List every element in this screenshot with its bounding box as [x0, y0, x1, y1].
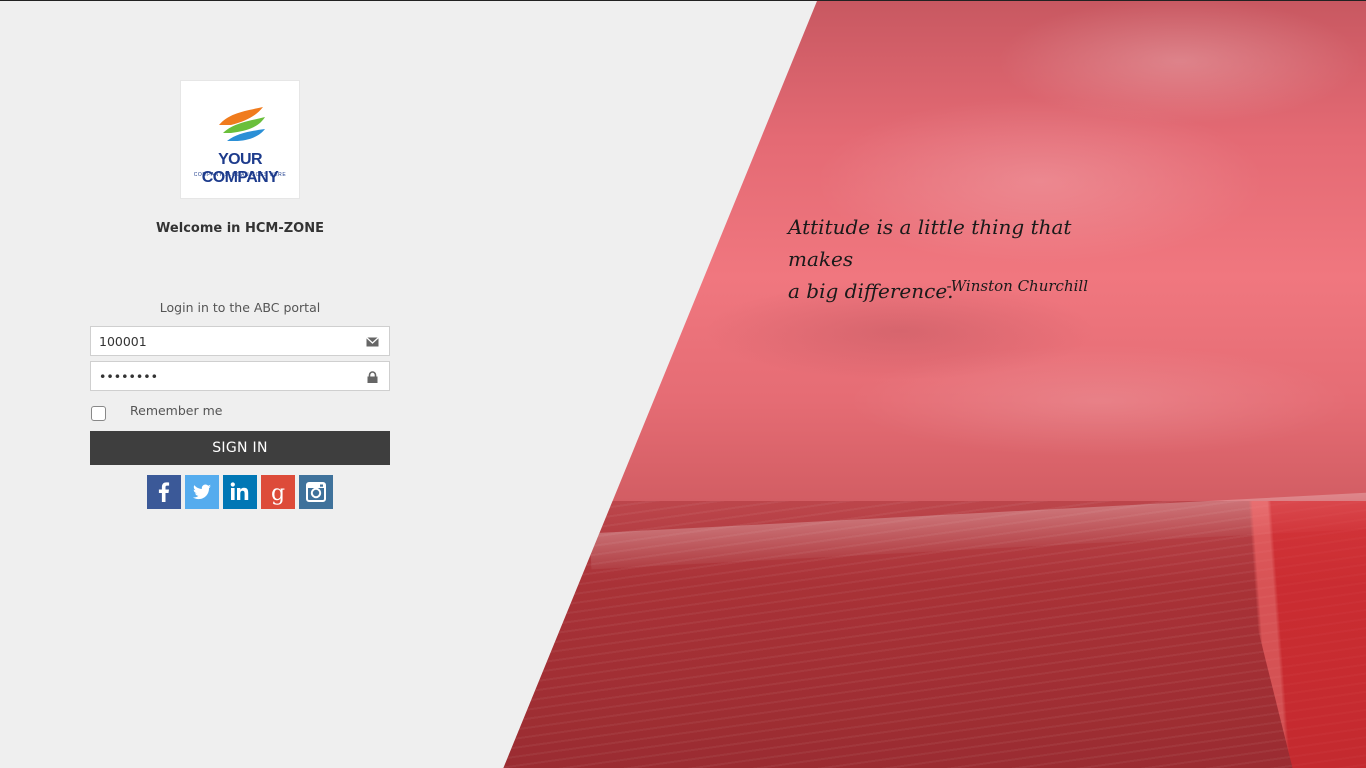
quote-author: -Winston Churchill: [946, 277, 1088, 295]
password-field[interactable]: [90, 361, 390, 391]
sign-in-button[interactable]: SIGN IN: [90, 431, 390, 465]
welcome-heading: Welcome in HCM-ZONE: [156, 221, 324, 236]
twitter-button[interactable]: [185, 475, 219, 509]
envelope-icon: [366, 337, 379, 347]
svg-text:g: g: [271, 481, 285, 506]
facebook-button[interactable]: [147, 475, 181, 509]
linkedin-icon: [230, 482, 249, 500]
company-logo: YOUR COMPANY COMPANY SLOGAN GOES HERE: [180, 80, 300, 199]
twitter-icon: [192, 484, 211, 500]
login-subtitle: Login in to the ABC portal: [159, 300, 321, 315]
instagram-button[interactable]: [299, 475, 333, 509]
logo-swoosh-icon: [219, 107, 265, 141]
road-horizon: [589, 492, 1366, 570]
instagram-icon: [306, 482, 326, 502]
logo-text: YOUR COMPANY: [201, 151, 279, 186]
username-input[interactable]: [91, 327, 389, 355]
logo-slogan: COMPANY SLOGAN GOES HERE: [193, 172, 287, 178]
google-plus-icon: g: [271, 481, 285, 506]
quote-line-1: Attitude is a little thing that makes: [788, 215, 1072, 271]
password-input[interactable]: [91, 362, 389, 390]
username-field[interactable]: [90, 326, 390, 356]
remember-me-checkbox[interactable]: [91, 406, 106, 421]
facebook-icon: [158, 482, 170, 502]
remember-me-label[interactable]: Remember me: [130, 403, 222, 418]
lock-icon: [367, 371, 378, 383]
google-plus-button[interactable]: g: [261, 475, 295, 509]
linkedin-button[interactable]: [223, 475, 257, 509]
